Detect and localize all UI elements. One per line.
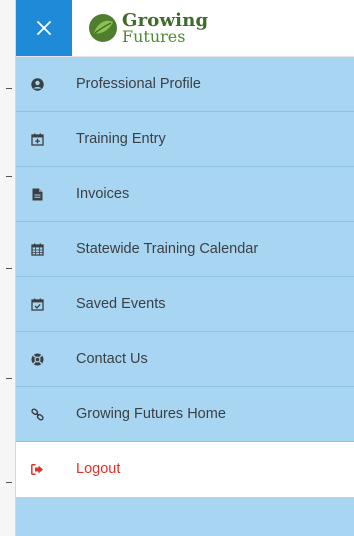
calendar-plus-icon xyxy=(30,132,45,147)
menu-item-invoices[interactable]: Invoices xyxy=(16,167,354,222)
menu-item-professional-profile[interactable]: Professional Profile xyxy=(16,57,354,112)
navigation-drawer: Growing Futures Professional Profile Tra… xyxy=(16,0,354,536)
sign-out-icon xyxy=(30,462,45,477)
menu-label: Logout xyxy=(76,461,121,477)
calendar-icon xyxy=(30,242,45,257)
calendar-check-icon xyxy=(30,297,45,312)
menu-item-contact-us[interactable]: Contact Us xyxy=(16,332,354,387)
close-icon xyxy=(37,21,51,35)
user-circle-icon xyxy=(30,77,45,92)
menu-item-logout[interactable]: Logout xyxy=(16,442,354,497)
page: Growing Futures Professional Profile Tra… xyxy=(0,0,354,536)
drawer-header: Growing Futures xyxy=(16,0,354,57)
menu-label: Saved Events xyxy=(76,296,166,312)
menu-item-training-entry[interactable]: Training Entry xyxy=(16,112,354,167)
menu-item-saved-events[interactable]: Saved Events xyxy=(16,277,354,332)
growing-futures-logo[interactable]: Growing Futures xyxy=(72,0,208,56)
background-page-edge xyxy=(0,0,16,536)
menu-label: Statewide Training Calendar xyxy=(76,241,259,257)
menu-label: Growing Futures Home xyxy=(76,406,226,422)
menu-item-statewide-training-calendar[interactable]: Statewide Training Calendar xyxy=(16,222,354,277)
document-icon xyxy=(30,187,45,202)
menu-item-growing-futures-home[interactable]: Growing Futures Home xyxy=(16,387,354,442)
drawer-menu: Professional Profile Training Entry Invo… xyxy=(16,57,354,497)
link-icon xyxy=(30,407,45,422)
menu-label: Contact Us xyxy=(76,351,148,367)
life-ring-icon xyxy=(30,352,45,367)
menu-label: Invoices xyxy=(76,186,130,202)
menu-label: Training Entry xyxy=(76,131,166,147)
logo-line-futures: Futures xyxy=(122,26,186,46)
menu-label: Professional Profile xyxy=(76,76,201,92)
close-button[interactable] xyxy=(16,0,72,56)
leaf-logo-icon xyxy=(89,14,117,42)
